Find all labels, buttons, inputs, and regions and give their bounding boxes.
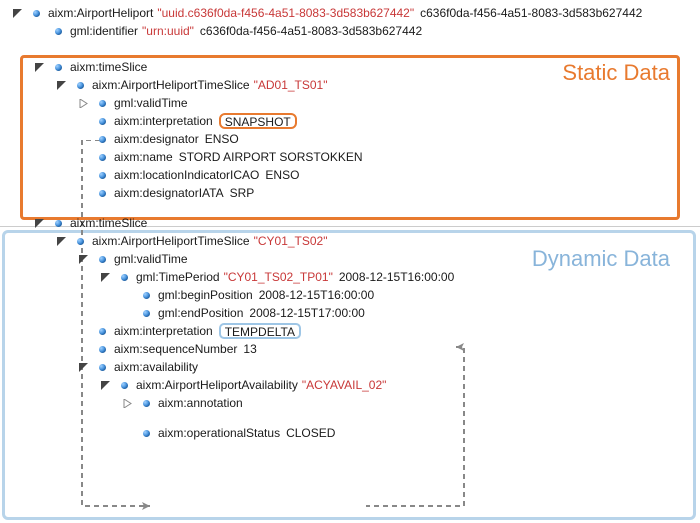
node-key: aixm:AirportHeliportTimeSlice	[92, 234, 250, 248]
twisty-open-icon[interactable]	[50, 232, 72, 250]
node-value: c636f0da-f456-4a51-8083-3d583b627442	[420, 6, 642, 20]
node-bullet-icon	[94, 322, 110, 340]
node-value: ENSO	[265, 168, 299, 182]
node-key: aixm:interpretation	[114, 114, 213, 128]
snapshot-pill: SNAPSHOT	[219, 113, 297, 129]
tree-row[interactable]: aixm:name STORD AIRPORT SORSTOKKEN	[6, 148, 700, 166]
node-value: c636f0da-f456-4a51-8083-3d583b627442	[200, 24, 422, 38]
twisty-open-icon[interactable]	[28, 214, 50, 232]
node-bullet-icon	[50, 22, 66, 40]
tree-row[interactable]: gml:identifier "urn:uuid" c636f0da-f456-…	[6, 22, 700, 40]
node-value: CLOSED	[286, 426, 335, 440]
twisty-open-icon[interactable]	[94, 376, 116, 394]
twisty-open-icon[interactable]	[72, 250, 94, 268]
tree-row[interactable]: aixm:interpretation SNAPSHOT	[6, 112, 700, 130]
tree-row[interactable]: aixm:timeSlice	[6, 58, 700, 76]
node-value: ENSO	[205, 132, 239, 146]
node-bullet-icon	[28, 4, 44, 22]
twisty-open-icon[interactable]	[94, 268, 116, 286]
node-attr: "CY01_TS02_TP01"	[224, 270, 333, 284]
tree-row[interactable]: aixm:interpretation TEMPDELTA	[6, 322, 700, 340]
node-bullet-icon	[94, 358, 110, 376]
node-bullet-icon	[138, 424, 154, 442]
node-bullet-icon	[50, 214, 66, 232]
tree-row[interactable]: aixm:timeSlice	[6, 214, 700, 232]
node-value: 2008-12-15T17:00:00	[249, 306, 364, 320]
node-value: 2008-12-15T16:00:00	[339, 270, 454, 284]
node-attr: "urn:uuid"	[142, 24, 194, 38]
node-key: aixm:sequenceNumber	[114, 342, 237, 356]
node-value: SRP	[230, 186, 255, 200]
node-attr: "AD01_TS01"	[254, 78, 328, 92]
node-key: aixm:AirportHeliportAvailability	[136, 378, 298, 392]
node-bullet-icon	[94, 250, 110, 268]
node-attr: "CY01_TS02"	[254, 234, 328, 248]
twisty-closed-icon[interactable]	[116, 394, 138, 412]
tree-row[interactable]: gml:validTime	[6, 94, 700, 112]
tree-row[interactable]: aixm:sequenceNumber 13	[6, 340, 700, 358]
node-key: aixm:designator	[114, 132, 199, 146]
node-bullet-icon	[94, 340, 110, 358]
node-bullet-icon	[138, 286, 154, 304]
node-key: aixm:timeSlice	[70, 216, 147, 230]
tempdelta-pill: TEMPDELTA	[219, 323, 301, 339]
tree-row[interactable]: aixm:availability	[6, 358, 700, 376]
node-bullet-icon	[138, 304, 154, 322]
tree-row[interactable]: aixm:operationalStatus CLOSED	[6, 424, 700, 442]
node-key: aixm:availability	[114, 360, 198, 374]
tree-row[interactable]: aixm:annotation	[6, 394, 700, 412]
twisty-open-icon[interactable]	[72, 358, 94, 376]
node-key: gml:TimePeriod	[136, 270, 220, 284]
xml-tree: aixm:AirportHeliport "uuid.c636f0da-f456…	[0, 0, 700, 446]
node-key: aixm:locationIndicatorICAO	[114, 168, 259, 182]
node-bullet-icon	[94, 112, 110, 130]
node-bullet-icon	[94, 130, 110, 148]
node-bullet-icon	[72, 76, 88, 94]
node-key: gml:identifier	[70, 24, 138, 38]
tree-row[interactable]: gml:beginPosition 2008-12-15T16:00:00	[6, 286, 700, 304]
tree-row[interactable]: aixm:AirportHeliport "uuid.c636f0da-f456…	[6, 4, 700, 22]
node-bullet-icon	[94, 184, 110, 202]
node-key: aixm:timeSlice	[70, 60, 147, 74]
node-bullet-icon	[94, 148, 110, 166]
twisty-open-icon[interactable]	[6, 4, 28, 22]
node-key: aixm:AirportHeliport	[48, 6, 153, 20]
tree-row[interactable]: aixm:locationIndicatorICAO ENSO	[6, 166, 700, 184]
node-bullet-icon	[116, 376, 132, 394]
node-key: aixm:annotation	[158, 396, 243, 410]
twisty-open-icon[interactable]	[28, 58, 50, 76]
node-key: aixm:designatorIATA	[114, 186, 224, 200]
node-bullet-icon	[138, 394, 154, 412]
node-key: aixm:operationalStatus	[158, 426, 280, 440]
node-attr: "ACYAVAIL_02"	[302, 378, 387, 392]
tree-row[interactable]: aixm:designator ENSO	[6, 130, 700, 148]
twisty-closed-icon[interactable]	[72, 94, 94, 112]
node-key: gml:endPosition	[158, 306, 243, 320]
node-key: aixm:name	[114, 150, 173, 164]
tree-row[interactable]: aixm:AirportHeliportTimeSlice "AD01_TS01…	[6, 76, 700, 94]
node-bullet-icon	[116, 268, 132, 286]
node-attr: "uuid.c636f0da-f456-4a51-8083-3d583b6274…	[157, 6, 414, 20]
node-key: gml:validTime	[114, 96, 188, 110]
tree-row[interactable]: aixm:designatorIATA SRP	[6, 184, 700, 202]
node-key: aixm:interpretation	[114, 324, 213, 338]
node-key: aixm:AirportHeliportTimeSlice	[92, 78, 250, 92]
tree-row[interactable]: aixm:AirportHeliportTimeSlice "CY01_TS02…	[6, 232, 700, 250]
tree-row[interactable]: gml:endPosition 2008-12-15T17:00:00	[6, 304, 700, 322]
node-value: 13	[243, 342, 256, 356]
tree-row[interactable]: gml:TimePeriod "CY01_TS02_TP01" 2008-12-…	[6, 268, 700, 286]
tree-row[interactable]: gml:validTime	[6, 250, 700, 268]
tree-row[interactable]: aixm:AirportHeliportAvailability "ACYAVA…	[6, 376, 700, 394]
node-value: 2008-12-15T16:00:00	[259, 288, 374, 302]
node-bullet-icon	[72, 232, 88, 250]
node-bullet-icon	[94, 94, 110, 112]
node-value: STORD AIRPORT SORSTOKKEN	[179, 150, 363, 164]
twisty-open-icon[interactable]	[50, 76, 72, 94]
node-key: gml:beginPosition	[158, 288, 253, 302]
node-bullet-icon	[50, 58, 66, 76]
node-bullet-icon	[94, 166, 110, 184]
node-key: gml:validTime	[114, 252, 188, 266]
